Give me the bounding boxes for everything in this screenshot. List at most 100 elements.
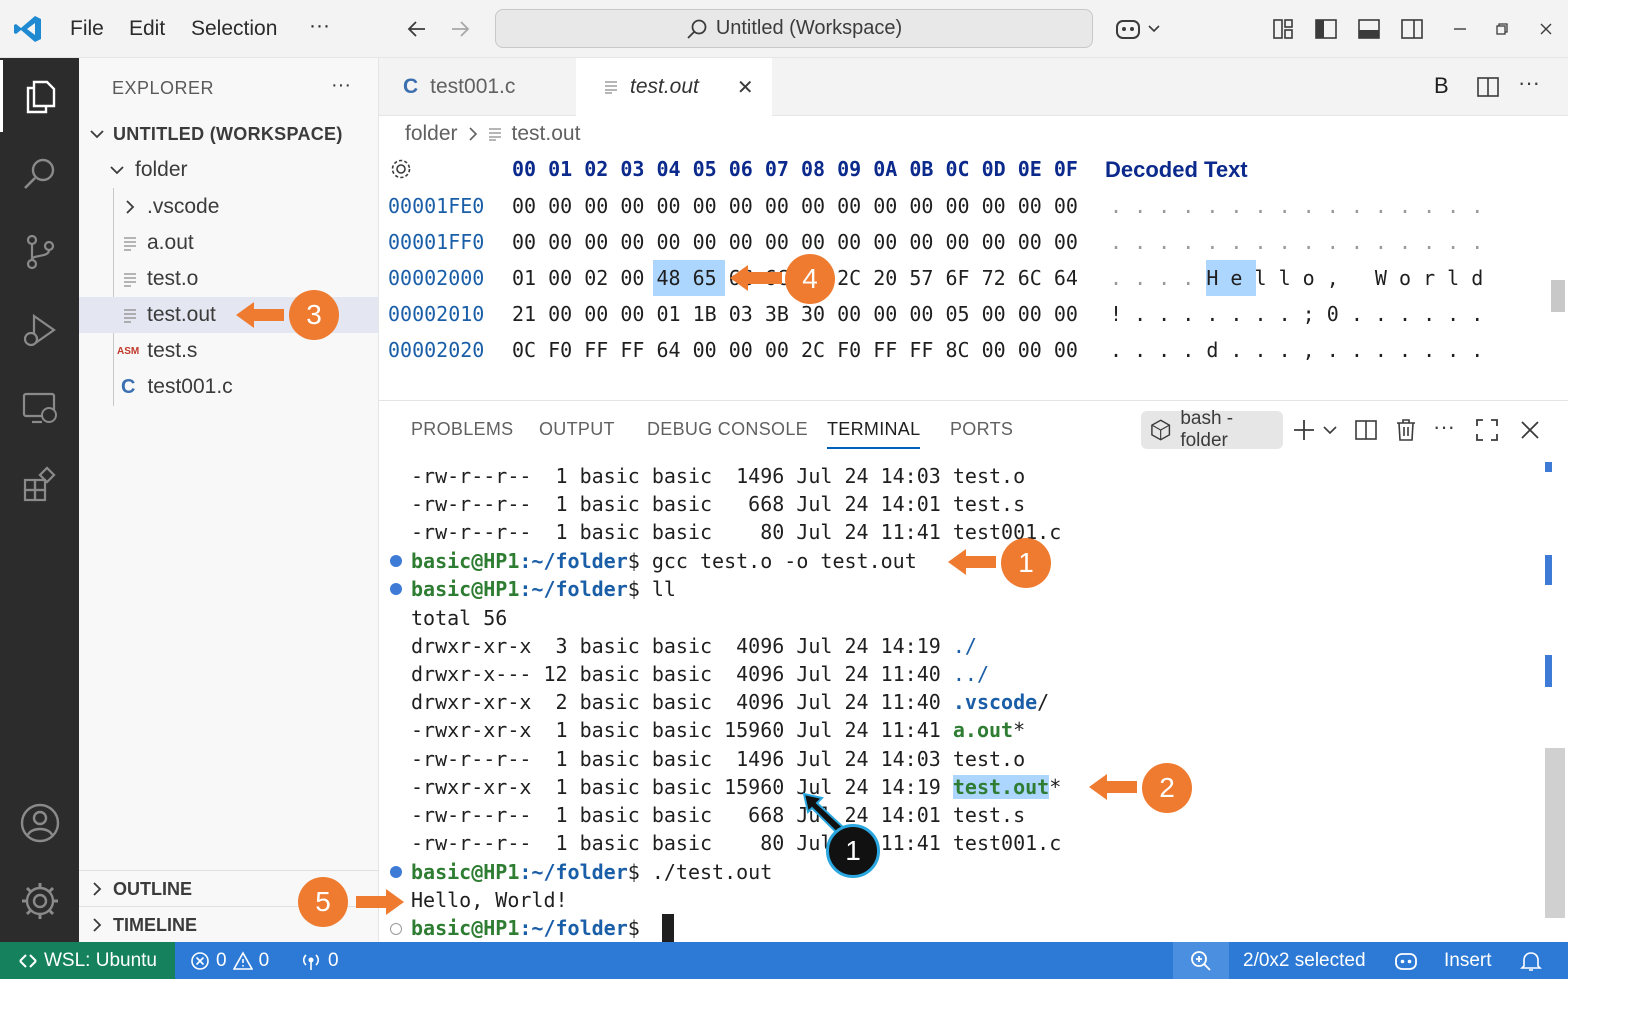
tree-item-test-o[interactable]: test.o [79, 261, 378, 297]
command-decoration-success[interactable] [390, 583, 402, 595]
search-icon [687, 19, 707, 39]
hex-bytes-row[interactable]: 00 00 00 00 00 00 00 00 00 00 00 00 00 0… [512, 194, 1078, 218]
binary-b-button[interactable]: B [1434, 73, 1449, 99]
terminal-scrollbar-thumb[interactable] [1545, 748, 1565, 918]
settings-gear-icon[interactable] [0, 865, 79, 937]
tree-item-folder[interactable]: folder [79, 152, 378, 188]
remote-explorer-icon[interactable] [0, 372, 79, 444]
panel-more-button[interactable]: ··· [1433, 414, 1455, 440]
hex-bytes-row[interactable]: 00 00 00 00 00 00 00 00 00 00 00 00 00 0… [512, 230, 1078, 254]
ls-name: ../ [952, 662, 989, 686]
kill-terminal-trash-icon[interactable] [1394, 418, 1418, 447]
forward-arrow-icon[interactable] [445, 14, 475, 44]
close-panel-icon[interactable] [1518, 418, 1542, 447]
tree-item-vscode[interactable]: .vscode [79, 189, 378, 225]
decoded-row[interactable]: ! . . . . . . . ; 0 . . . . . . [1110, 302, 1483, 326]
hex-bytes-selected[interactable]: 48 65 [657, 266, 717, 290]
remote-indicator[interactable]: WSL: Ubuntu [0, 942, 175, 979]
tree-item-test-s[interactable]: ASM test.s [79, 333, 378, 369]
tree-item-test001-c[interactable]: C test001.c [79, 369, 378, 405]
tab-terminal[interactable]: TERMINAL [827, 419, 921, 449]
menu-more[interactable]: ··· [309, 14, 330, 38]
ls-meta: drwxr-xr-x 3 basic basic 4096 Jul 24 14:… [411, 634, 953, 658]
hex-scrollbar-thumb[interactable] [1551, 280, 1565, 312]
menu-file[interactable]: File [70, 17, 104, 41]
error-count: 0 [216, 949, 227, 971]
zoom-button[interactable] [1173, 942, 1229, 979]
run-debug-icon[interactable] [0, 294, 79, 366]
command-decoration-success[interactable] [390, 555, 402, 567]
hex-bytes-row[interactable]: 21 00 00 00 01 1B 03 3B 30 00 00 00 05 0… [512, 302, 1078, 326]
decoded-row[interactable]: . . . . . . . . . . . . . . . . [1110, 194, 1483, 218]
terminal-line: -rwxr-xr-x 1 basic basic 15960 Jul 24 14… [411, 773, 1061, 801]
edit-mode-status[interactable]: Insert [1444, 942, 1492, 979]
tab-test001-c[interactable]: C test001.c [379, 58, 576, 116]
toggle-secondary-sidebar-icon[interactable] [1397, 14, 1427, 44]
terminal-line: -rwxr-xr-x 1 basic basic 15960 Jul 24 11… [411, 716, 1025, 744]
split-editor-icon[interactable] [1476, 75, 1500, 104]
terminal-selector[interactable]: bash - folder [1141, 408, 1283, 451]
minimize-icon[interactable] [1445, 14, 1475, 44]
toggle-panel-icon[interactable] [1354, 14, 1384, 44]
notifications-bell-icon[interactable] [1520, 942, 1542, 979]
callout-arrow-icon [356, 889, 404, 915]
close-tab-icon[interactable]: ✕ [737, 75, 754, 100]
workspace-label: UNTITLED (WORKSPACE) [113, 123, 343, 144]
search-icon[interactable] [0, 138, 79, 210]
prompt-user: basic@HP1 [411, 860, 520, 884]
hex-column-header: 00 01 02 03 04 05 06 07 08 09 0A 0B 0C 0… [512, 157, 1078, 181]
terminal-prompt-line[interactable]: basic@HP1:~/folder$ [411, 914, 640, 942]
command-decoration-success[interactable] [390, 866, 402, 878]
tree-item-label: test001.c [147, 375, 233, 398]
decoded-row[interactable]: . . . . H e l l o , W o r l d [1110, 266, 1483, 290]
decoded-row[interactable]: . . . . . . . . . . . . . . . . [1110, 230, 1483, 254]
prompt-user: basic@HP1 [411, 916, 520, 940]
breadcrumb-file[interactable]: test.out [512, 122, 581, 146]
breadcrumb-folder[interactable]: folder [405, 122, 458, 146]
back-arrow-icon[interactable] [402, 14, 432, 44]
workspace-header[interactable]: UNTITLED (WORKSPACE) [79, 116, 378, 152]
source-control-icon[interactable] [0, 216, 79, 288]
split-terminal-icon[interactable] [1354, 418, 1378, 447]
hex-settings-gear-icon[interactable] [389, 157, 413, 186]
accounts-icon[interactable] [0, 787, 79, 859]
problems-indicator[interactable]: 0 0 [190, 942, 269, 979]
copilot-icon[interactable] [1112, 14, 1164, 44]
toggle-primary-sidebar-icon[interactable] [1311, 14, 1341, 44]
extensions-icon[interactable] [0, 450, 79, 522]
tab-output[interactable]: OUTPUT [539, 419, 615, 440]
command-decoration-pending[interactable] [390, 923, 402, 935]
decoded-chars: l l o , W o r l d [1242, 266, 1484, 290]
terminal-line: -rw-r--r-- 1 basic basic 668 Jul 24 14:0… [411, 490, 1025, 518]
tab-test-out[interactable]: test.out ✕ [576, 58, 772, 116]
terminal-command-line: basic@HP1:~/folder$ ll [411, 575, 676, 603]
customize-layout-icon[interactable] [1268, 14, 1298, 44]
chevron-right-icon [126, 200, 135, 214]
command-center-search[interactable]: Untitled (Workspace) [495, 9, 1093, 48]
copilot-status-icon[interactable] [1394, 942, 1418, 979]
editor-more-button[interactable]: ··· [1518, 70, 1540, 96]
callout-arrow-icon [236, 302, 284, 328]
new-terminal-plus-icon[interactable] [1292, 418, 1340, 447]
tab-debug-console[interactable]: DEBUG CONSOLE [647, 419, 808, 440]
tree-item-label: a.out [147, 231, 194, 254]
explorer-icon[interactable] [0, 60, 79, 132]
selection-status[interactable]: 2/0x2 selected [1243, 942, 1366, 979]
tab-ports[interactable]: PORTS [950, 419, 1013, 440]
tree-item-a-out[interactable]: a.out [79, 225, 378, 261]
hex-bytes-row[interactable]: 0C F0 FF FF 64 00 00 00 2C F0 FF FF 8C 0… [512, 338, 1078, 362]
hex-address: 00001FF0 [388, 230, 485, 254]
restore-icon[interactable] [1487, 14, 1517, 44]
maximize-panel-icon[interactable] [1475, 418, 1499, 447]
explorer-more-button[interactable]: ··· [331, 74, 351, 97]
prompt-path: :~/folder [519, 577, 628, 601]
ports-indicator[interactable]: 0 [300, 942, 339, 979]
decoded-chars: . . . . [1110, 266, 1207, 290]
callout-arrow-icon [948, 549, 996, 575]
menu-selection[interactable]: Selection [191, 17, 277, 41]
chevron-down-icon [90, 130, 104, 139]
close-window-icon[interactable] [1531, 14, 1561, 44]
menu-edit[interactable]: Edit [129, 17, 165, 41]
decoded-row[interactable]: . . . . d . . . , . . . . . . . [1110, 338, 1483, 362]
tab-problems[interactable]: PROBLEMS [411, 419, 513, 440]
